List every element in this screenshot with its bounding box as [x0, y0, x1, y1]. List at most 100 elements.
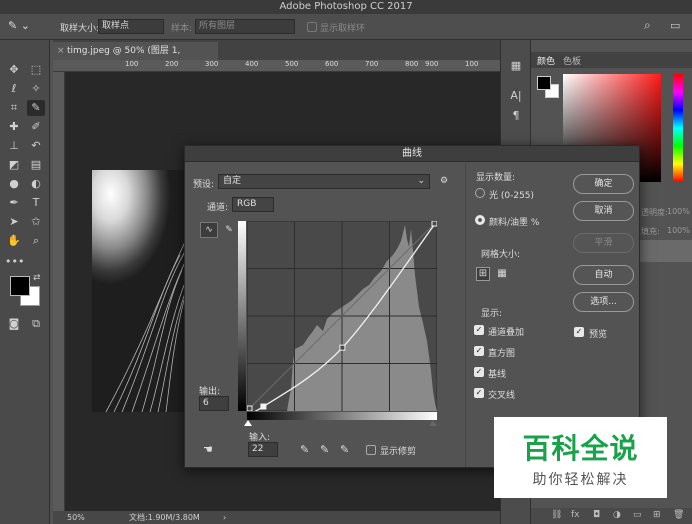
histogram-checkbox[interactable]: ✓: [474, 346, 484, 356]
divider: [465, 163, 466, 467]
panel-foreground-swatch-top[interactable]: [537, 76, 551, 90]
layer-row[interactable]: [639, 240, 692, 262]
lasso-tool-icon[interactable]: ℓ: [5, 81, 23, 97]
output-gradient-bar: [238, 221, 246, 411]
workspace-icon[interactable]: ▭: [670, 19, 680, 32]
simple-grid-icon[interactable]: ⊞: [476, 267, 490, 281]
tab-color[interactable]: 颜色: [537, 54, 555, 67]
tab-swatches[interactable]: 色板: [563, 54, 581, 67]
input-field[interactable]: 22: [248, 442, 278, 457]
brush-tool-icon[interactable]: ✐: [27, 119, 45, 135]
blur-tool-icon[interactable]: ●: [5, 176, 23, 192]
cancel-button[interactable]: 取消: [573, 201, 634, 221]
color-panel-tabs: 颜色 色板: [531, 52, 692, 68]
vertical-ruler: [53, 72, 65, 512]
ruler-tick: 100: [465, 60, 479, 68]
mask-icon[interactable]: ◘: [593, 510, 600, 520]
preset-gear-icon[interactable]: ⚙: [440, 176, 448, 186]
history-panel-icon[interactable]: ▦: [507, 58, 525, 74]
document-tab[interactable]: × timg.jpeg @ 50% (图层 1, RGB/8#) *: [53, 42, 218, 74]
more-tools-icon[interactable]: •••: [5, 254, 24, 270]
light-radio[interactable]: [475, 188, 485, 198]
chevron-down-icon: ⌄: [417, 176, 425, 186]
auto-button[interactable]: 自动: [573, 265, 634, 285]
curve-control-point[interactable]: [339, 344, 346, 351]
targeted-adjustment-icon[interactable]: ☚: [203, 443, 213, 456]
black-point-slider[interactable]: [244, 420, 252, 426]
white-eyedropper-icon[interactable]: ✎: [340, 443, 349, 456]
character-panel-icon[interactable]: A|: [507, 88, 525, 104]
clone-stamp-tool-icon[interactable]: ⊥: [5, 138, 23, 154]
sample-label: 样本:: [171, 24, 193, 34]
history-brush-tool-icon[interactable]: ↶: [27, 138, 45, 154]
baseline-checkbox[interactable]: ✓: [474, 367, 484, 377]
adjustment-icon[interactable]: ◑: [613, 510, 621, 520]
hand-tool-icon[interactable]: ✋: [5, 233, 23, 249]
gradient-tool-icon[interactable]: ▤: [27, 157, 45, 173]
status-arrow-icon[interactable]: ›: [223, 511, 226, 524]
close-tab-icon[interactable]: ×: [57, 42, 65, 60]
hue-slider[interactable]: [673, 74, 683, 182]
curve-point-mode-icon[interactable]: ∿: [200, 222, 218, 238]
zoom-level[interactable]: 50%: [67, 511, 85, 524]
channel-select[interactable]: RGB: [232, 197, 274, 212]
eraser-tool-icon[interactable]: ◩: [5, 157, 23, 173]
zoom-tool-icon[interactable]: ⌕: [27, 233, 45, 249]
sample-select[interactable]: 所有图层: [195, 19, 295, 34]
detailed-grid-icon[interactable]: ▦: [495, 267, 509, 281]
curves-graph[interactable]: [247, 221, 437, 411]
screen-mode-icon[interactable]: ⧉: [27, 316, 45, 332]
eyedropper-tool-preset-icon[interactable]: ✎ ⌄: [8, 19, 36, 34]
show-clipping-checkbox[interactable]: [366, 445, 376, 455]
marquee-tool-icon[interactable]: ⬚: [27, 62, 45, 78]
eyedropper-tool-icon[interactable]: ✎: [27, 100, 45, 116]
output-field[interactable]: 6: [199, 396, 229, 411]
group-icon[interactable]: ▭: [633, 510, 642, 520]
pigment-radio[interactable]: [475, 215, 485, 225]
pen-tool-icon[interactable]: ✒: [5, 195, 23, 211]
ok-button[interactable]: 确定: [573, 174, 634, 194]
opacity-value[interactable]: 100%: [667, 207, 690, 216]
white-point-slider[interactable]: [429, 420, 437, 426]
dodge-tool-icon[interactable]: ◐: [27, 176, 45, 192]
paragraph-panel-icon[interactable]: ¶: [507, 108, 525, 124]
status-bar: 50% 文档:1.90M/3.80M ›: [53, 511, 500, 524]
magic-wand-tool-icon[interactable]: ✧: [27, 81, 45, 97]
healing-brush-tool-icon[interactable]: ✚: [5, 119, 23, 135]
options-button[interactable]: 选项...: [573, 292, 634, 312]
ruler-tick: 100: [125, 60, 139, 68]
search-icon[interactable]: ⌕: [644, 18, 651, 33]
channel-overlay-checkbox[interactable]: ✓: [474, 325, 484, 335]
show-ring-checkbox[interactable]: [307, 22, 317, 32]
fill-value[interactable]: 100%: [667, 226, 690, 235]
smooth-button[interactable]: 平滑: [573, 233, 634, 253]
curve-control-point[interactable]: [260, 403, 267, 410]
move-tool-icon[interactable]: ✥: [5, 62, 23, 78]
foreground-color-swatch-top[interactable]: [10, 276, 30, 296]
crop-tool-icon[interactable]: ⌗: [5, 100, 23, 116]
document-image[interactable]: [92, 170, 186, 412]
sample-size-select[interactable]: 取样点: [98, 19, 164, 34]
preview-checkbox[interactable]: ✓: [574, 327, 584, 337]
intersection-line-checkbox[interactable]: ✓: [474, 388, 484, 398]
pencil-mode-icon[interactable]: ✎: [221, 222, 237, 238]
new-layer-icon[interactable]: ⊞: [653, 510, 661, 520]
watermark: 百科全说 助你轻松解决: [494, 417, 667, 498]
trash-icon[interactable]: 🗑: [673, 510, 684, 520]
type-tool-icon[interactable]: T: [27, 195, 45, 211]
show-label: 显示:: [481, 309, 503, 319]
quick-mask-icon[interactable]: ◙: [5, 316, 23, 332]
swap-colors-icon[interactable]: ⇄: [33, 273, 41, 283]
curve-control-point[interactable]: [431, 221, 437, 227]
shape-tool-icon[interactable]: ✩: [27, 214, 45, 230]
ruler-tick: 700: [365, 60, 379, 68]
fx-icon[interactable]: fx: [571, 510, 580, 520]
gray-eyedropper-icon[interactable]: ✎: [320, 443, 329, 456]
curve-control-point[interactable]: [247, 405, 253, 411]
black-eyedropper-icon[interactable]: ✎: [300, 443, 309, 456]
channel-overlay-label: 通道叠加: [488, 328, 525, 338]
path-selection-tool-icon[interactable]: ➤: [5, 214, 23, 230]
link-layers-icon[interactable]: ⛓: [551, 510, 562, 520]
preset-select[interactable]: 自定 ⌄: [218, 174, 430, 189]
dialog-title: 曲线: [185, 146, 639, 162]
